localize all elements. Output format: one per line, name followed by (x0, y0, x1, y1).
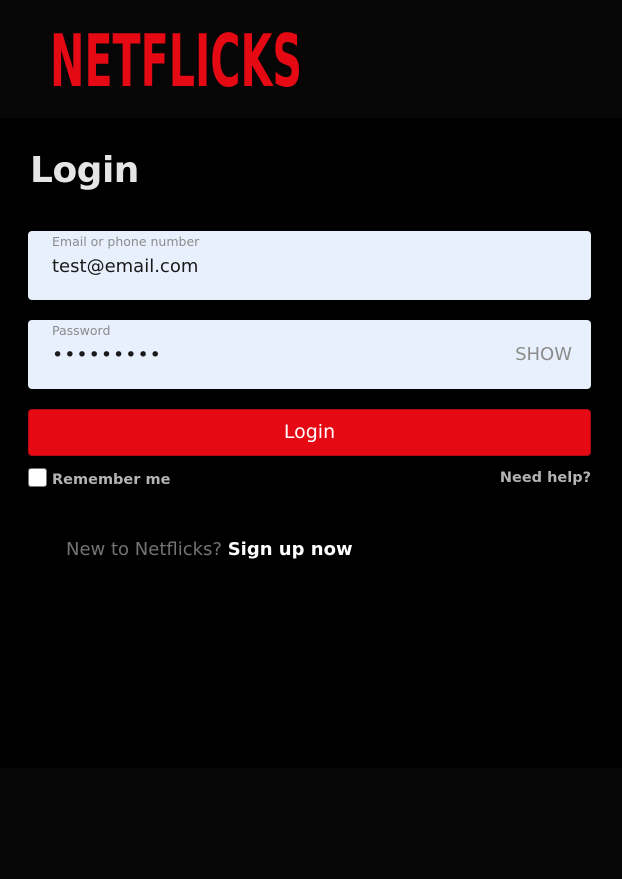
logo-text: NETFLICKS (50, 20, 302, 92)
footer (0, 768, 622, 879)
page: NETFLICKS Login Email or phone number te… (0, 0, 622, 879)
password-field-label: Password (52, 323, 111, 338)
page-title: Login (30, 150, 139, 191)
password-field[interactable]: Password ••••••••• SHOW (28, 320, 591, 389)
signup-prompt: New to Netflicks? Sign up now (66, 539, 353, 560)
netflicks-logo[interactable]: NETFLICKS (50, 20, 304, 92)
show-password-button[interactable]: SHOW (515, 344, 572, 365)
password-field-value[interactable]: ••••••••• (52, 344, 162, 366)
logo-graphic: NETFLICKS (50, 20, 302, 92)
need-help-link[interactable]: Need help? (500, 470, 591, 486)
remember-me-checkbox[interactable] (28, 467, 47, 487)
signup-link[interactable]: Sign up now (228, 539, 353, 560)
remember-me-label[interactable]: Remember me (52, 472, 170, 488)
login-panel: Login Email or phone number test@email.c… (0, 118, 622, 768)
email-field[interactable]: Email or phone number test@email.com (28, 231, 591, 300)
email-field-value[interactable]: test@email.com (52, 256, 198, 277)
remember-me[interactable]: Remember me (28, 466, 170, 490)
email-field-label: Email or phone number (52, 234, 200, 249)
login-button[interactable]: Login (28, 409, 591, 456)
header: NETFLICKS (0, 0, 622, 118)
signup-prompt-text: New to Netflicks? (66, 539, 222, 560)
